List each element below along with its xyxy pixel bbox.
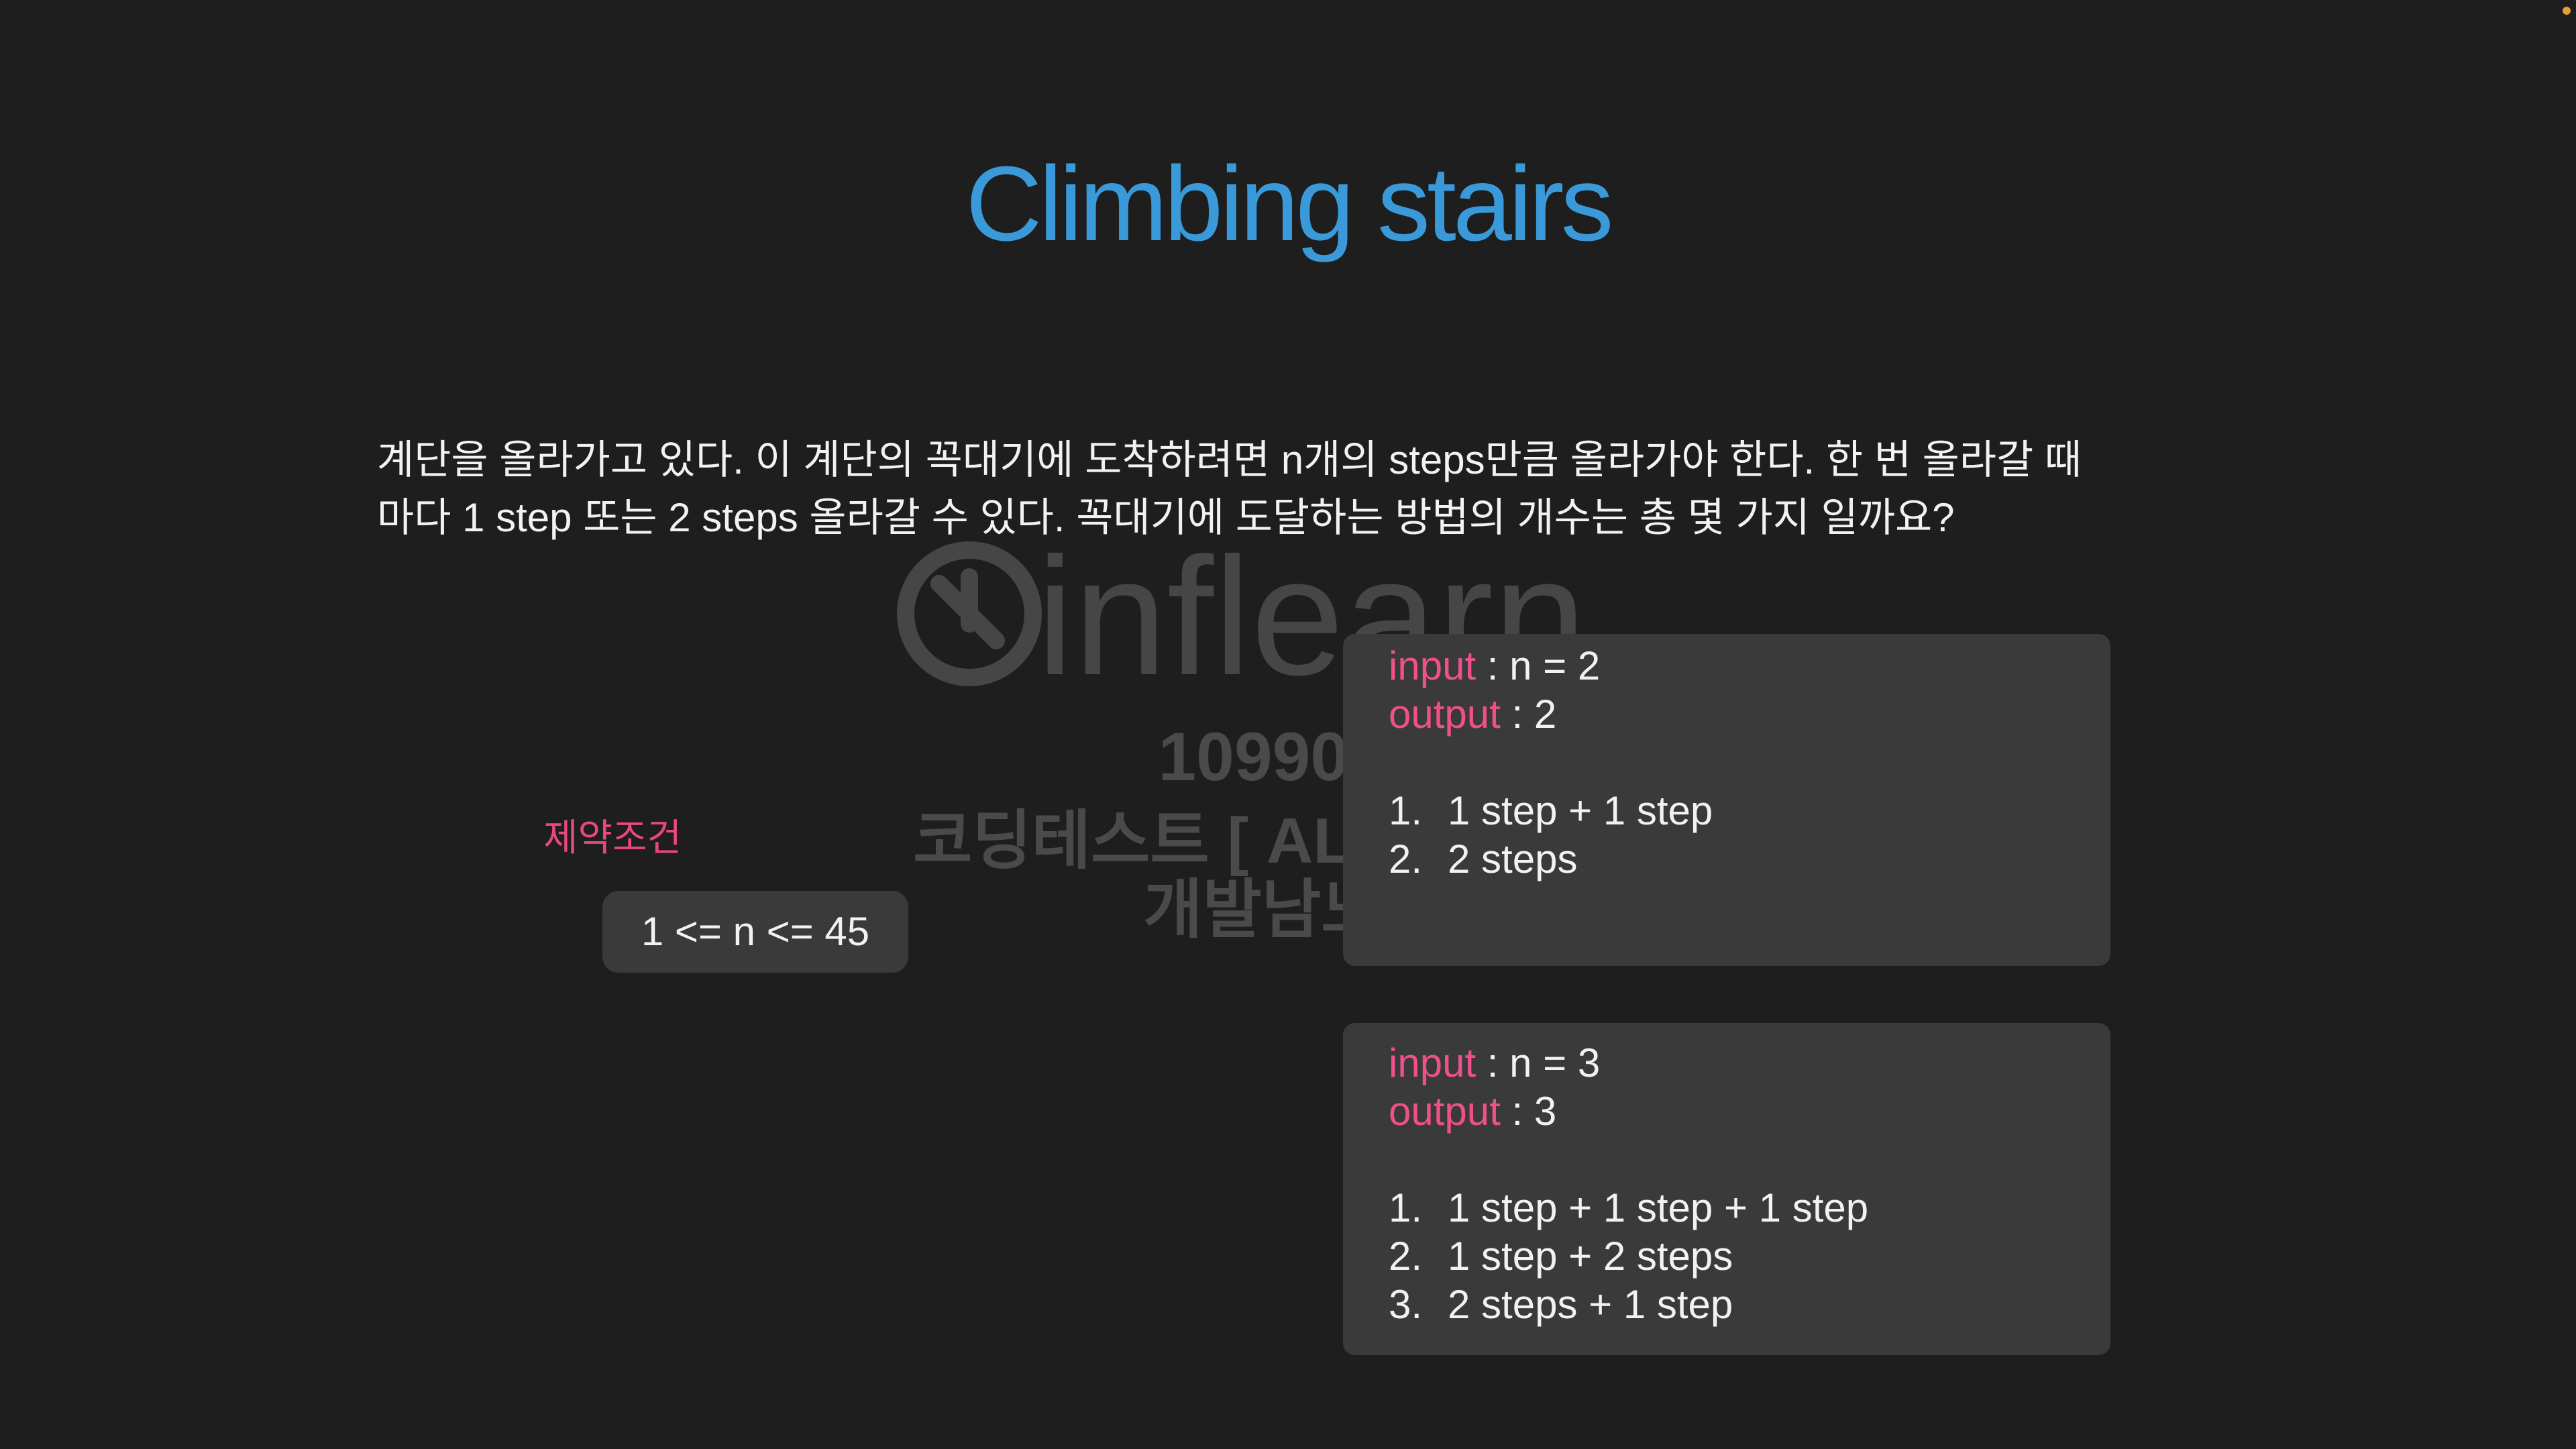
problem-description: 계단을 올라가고 있다. 이 계단의 꼭대기에 도착하려면 n개의 steps만… <box>377 431 2188 547</box>
step-number: 1. <box>1389 1185 1423 1230</box>
input-keyword: input <box>1389 1040 1477 1085</box>
output-value: : 3 <box>1500 1089 1557 1134</box>
step-item: 2. 1 step + 2 steps <box>1389 1232 2110 1281</box>
example-card-2: input : n = 3 output : 3 1. 1 step + 1 st… <box>1343 1023 2110 1355</box>
example-input: input : n = 2 <box>1389 642 2110 690</box>
step-number: 1. <box>1389 788 1423 833</box>
step-text: 1 step + 1 step + 1 step <box>1448 1185 1869 1230</box>
output-keyword: output <box>1389 1089 1501 1134</box>
step-list: 1. 1 step + 1 step 2. 2 steps <box>1389 787 2110 883</box>
example-input: input : n = 3 <box>1389 1039 2110 1087</box>
example-card-1: input : n = 2 output : 2 1. 1 step + 1 st… <box>1343 634 2110 966</box>
constraint-label: 제약조건 <box>543 816 682 859</box>
step-number: 2. <box>1389 1234 1423 1279</box>
step-text: 2 steps <box>1448 837 1578 881</box>
description-line-2: 마다 1 step 또는 2 steps 올라갈 수 있다. 꼭대기에 도달하는… <box>377 495 1955 540</box>
example-output: output : 3 <box>1389 1087 2110 1136</box>
output-value: : 2 <box>1500 692 1557 737</box>
step-list: 1. 1 step + 1 step + 1 step 2. 1 step + 2 … <box>1389 1184 2110 1329</box>
step-item: 3. 2 steps + 1 step <box>1389 1281 2110 1329</box>
step-item: 1. 1 step + 1 step + 1 step <box>1389 1184 2110 1232</box>
slide-title: Climbing stairs <box>965 145 1613 263</box>
example-output: output : 2 <box>1389 690 2110 739</box>
step-text: 1 step + 1 step <box>1448 788 1713 833</box>
step-number: 3. <box>1389 1282 1423 1327</box>
description-line-1: 계단을 올라가고 있다. 이 계단의 꼭대기에 도착하려면 n개의 steps만… <box>377 437 2082 482</box>
input-keyword: input <box>1389 643 1477 688</box>
step-text: 2 steps + 1 step <box>1448 1282 1733 1327</box>
status-dot <box>2563 7 2571 15</box>
output-keyword: output <box>1389 692 1501 737</box>
constraint-box: 1 <= n <= 45 <box>602 891 908 973</box>
input-value: : n = 3 <box>1476 1040 1601 1085</box>
step-text: 1 step + 2 steps <box>1448 1234 1733 1279</box>
step-number: 2. <box>1389 837 1423 881</box>
input-value: : n = 2 <box>1476 643 1601 688</box>
step-item: 2. 2 steps <box>1389 835 2110 883</box>
step-item: 1. 1 step + 1 step <box>1389 787 2110 835</box>
